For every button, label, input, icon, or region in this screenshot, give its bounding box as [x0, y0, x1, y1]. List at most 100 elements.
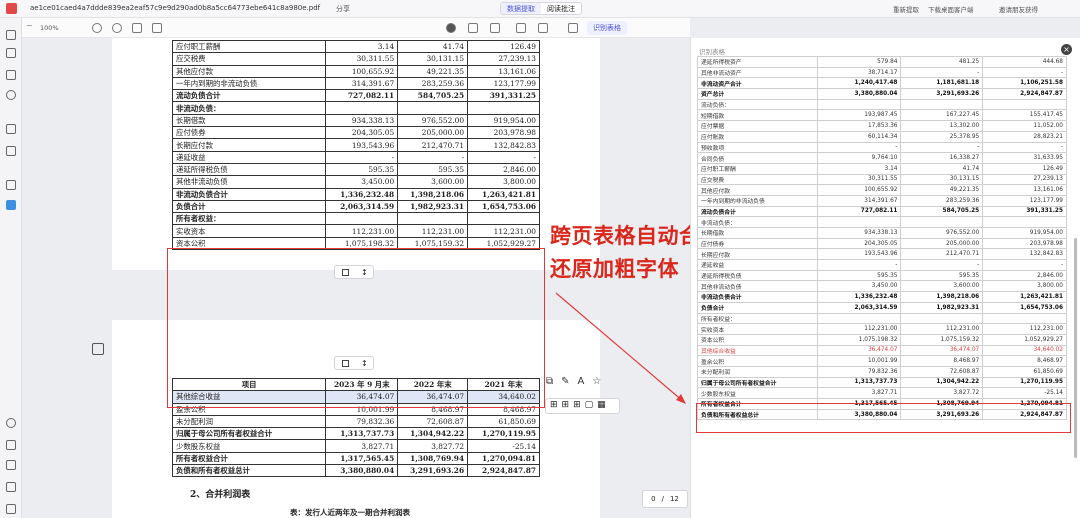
row-value: 1,313,737.73 [325, 427, 399, 441]
zoom-out-icon[interactable]: − [26, 21, 36, 31]
split-icon[interactable]: ▢ [585, 400, 594, 412]
reextract-link[interactable]: 重新提取 [893, 4, 919, 14]
table-edit-tools: ⊞ ⊞ ⊞ ▢ ▦ [545, 398, 620, 414]
row-value: 283,259.36 [900, 194, 984, 207]
row-value: 205,000.00 [397, 126, 469, 140]
row-value: 595.35 [397, 162, 469, 177]
table-icon[interactable] [490, 23, 500, 33]
fullscreen-icon[interactable] [152, 23, 162, 33]
insert-row-icon[interactable]: ⊞ [562, 400, 570, 412]
merge-icon[interactable]: ⊞ [573, 400, 581, 412]
row-value: 481.25 [900, 56, 984, 68]
close-icon[interactable]: × [1061, 44, 1072, 55]
copy-icon[interactable] [92, 343, 104, 355]
fit-icon[interactable] [112, 23, 122, 33]
copy-icon[interactable]: ⧉ [546, 376, 553, 387]
camera-icon[interactable] [516, 23, 526, 33]
invite-link[interactable]: 邀请朋友获得 [999, 4, 1038, 14]
edit-icon[interactable]: ✎ [561, 376, 569, 387]
row-value: 36,474.07 [900, 344, 984, 357]
share-node-icon[interactable] [6, 180, 16, 190]
grid-icon[interactable]: ▦ [597, 400, 606, 412]
mode-extract-tab[interactable]: 数据提取 [501, 3, 541, 14]
row-value [397, 212, 469, 226]
row-value: 123,177.99 [467, 76, 540, 91]
expand-icon[interactable]: ↕ [361, 268, 368, 277]
row-value: 3,380,880.04 [816, 88, 902, 100]
eye-icon[interactable] [446, 23, 456, 33]
sidebar-toggle-icon[interactable] [6, 30, 16, 40]
row-value: 61,850.69 [467, 414, 540, 429]
note-icon[interactable] [6, 440, 16, 450]
row-value: 30,311.55 [816, 173, 902, 186]
row-value: 1,181,681.18 [900, 77, 984, 90]
download-client-link[interactable]: 下载桌面客户端 [928, 4, 974, 14]
page-tool-bottom[interactable]: ↕ [334, 356, 374, 370]
row-value: 1,304,942.22 [900, 376, 984, 389]
panel-scrollbar[interactable] [1074, 238, 1077, 458]
translate-icon[interactable]: A [578, 376, 585, 387]
current-page[interactable]: 0 [651, 495, 655, 503]
row-label: 实收资本 [171, 224, 327, 238]
row-value: -25.14 [467, 439, 540, 453]
mode-read-tab[interactable]: 阅读批注 [541, 3, 581, 14]
row-value: 3,800.00 [982, 280, 1067, 293]
crop-icon[interactable] [342, 360, 349, 367]
zoom-in-icon[interactable] [92, 23, 102, 33]
row-label: 应付职工薪酬 [697, 162, 818, 175]
row-value: 1,270,094.81 [467, 451, 540, 466]
row-value: 72,608.87 [900, 365, 984, 378]
crop-icon[interactable] [568, 23, 578, 33]
table-row: 应交税费 30,311.55 30,131.15 27,239.13 [697, 173, 1067, 186]
rotate-icon[interactable] [132, 23, 142, 33]
row-value: 1,075,159.32 [900, 333, 984, 346]
row-value: 1,317,565.45 [325, 451, 399, 466]
row-label: 长期借款 [171, 113, 327, 128]
share-button[interactable]: 分享 [336, 4, 350, 14]
volume-icon[interactable] [6, 504, 16, 514]
row-label: 应付票据 [697, 120, 818, 132]
grid-icon[interactable] [538, 23, 548, 33]
crop-icon[interactable] [342, 269, 349, 276]
zoom-level[interactable]: 100% [40, 24, 59, 32]
row-value: - [982, 141, 1067, 154]
layout-icon[interactable] [468, 23, 478, 33]
recognize-table-button[interactable]: 识别表格 [587, 21, 627, 35]
bookmark-icon[interactable] [6, 124, 16, 134]
row-label: 应交税费 [171, 52, 327, 66]
table-row: 负债和所有者权益总计 3,380,880.04 3,291,693.26 2,924,… [171, 464, 540, 478]
page-indicator[interactable]: 0 / 12 [642, 490, 688, 508]
row-value: 3,380,880.04 [325, 464, 399, 478]
doc-toolbar: − 100% 识别表格 [22, 18, 690, 38]
page-tool-top[interactable]: ↕ [334, 265, 374, 279]
insert-col-icon[interactable]: ⊞ [550, 400, 558, 412]
row-label: 其他非流动负债 [697, 280, 818, 293]
page-icon[interactable] [6, 48, 16, 58]
row-value: 30,131.15 [900, 173, 984, 186]
expand-icon[interactable]: ↕ [361, 359, 368, 368]
row-value [325, 212, 399, 226]
row-label: 应付职工薪酬 [171, 39, 327, 54]
table-row: 实收资本 112,231.00 112,231.00 112,231.00 [697, 323, 1067, 335]
row-label: 实收资本 [697, 323, 818, 335]
table-row: 一年内到期的非流动负债 314,391.67 283,259.36 123,177.9… [697, 194, 1067, 207]
table-row: 资本公积 1,075,198.32 1,075,159.32 1,052,929.27 [697, 333, 1067, 346]
row-value [900, 216, 984, 228]
search-icon[interactable] [6, 90, 16, 100]
row-value: 112,231.00 [467, 224, 540, 238]
row-value [816, 98, 902, 111]
row-label: 一年内到期的非流动负债 [697, 194, 818, 207]
ai-icon[interactable] [6, 200, 16, 210]
table-row: 其他应付款 100,655.92 49,221.35 13,161.06 [697, 184, 1067, 196]
export-icon[interactable] [6, 482, 16, 492]
star-icon[interactable] [6, 146, 16, 156]
outline-icon[interactable] [6, 70, 16, 80]
table-caption: 表：发行人近两年及一期合并利润表 [290, 508, 410, 517]
document-icon[interactable] [6, 460, 16, 470]
row-value [982, 312, 1067, 325]
table-row: 归属于母公司所有者权益合计 1,313,737.73 1,304,942.22 1,2… [171, 427, 540, 441]
help-icon[interactable] [6, 418, 16, 428]
row-value: 155,417.45 [982, 109, 1067, 122]
star-icon[interactable]: ☆ [592, 376, 601, 387]
row-value: 112,231.00 [900, 323, 984, 335]
